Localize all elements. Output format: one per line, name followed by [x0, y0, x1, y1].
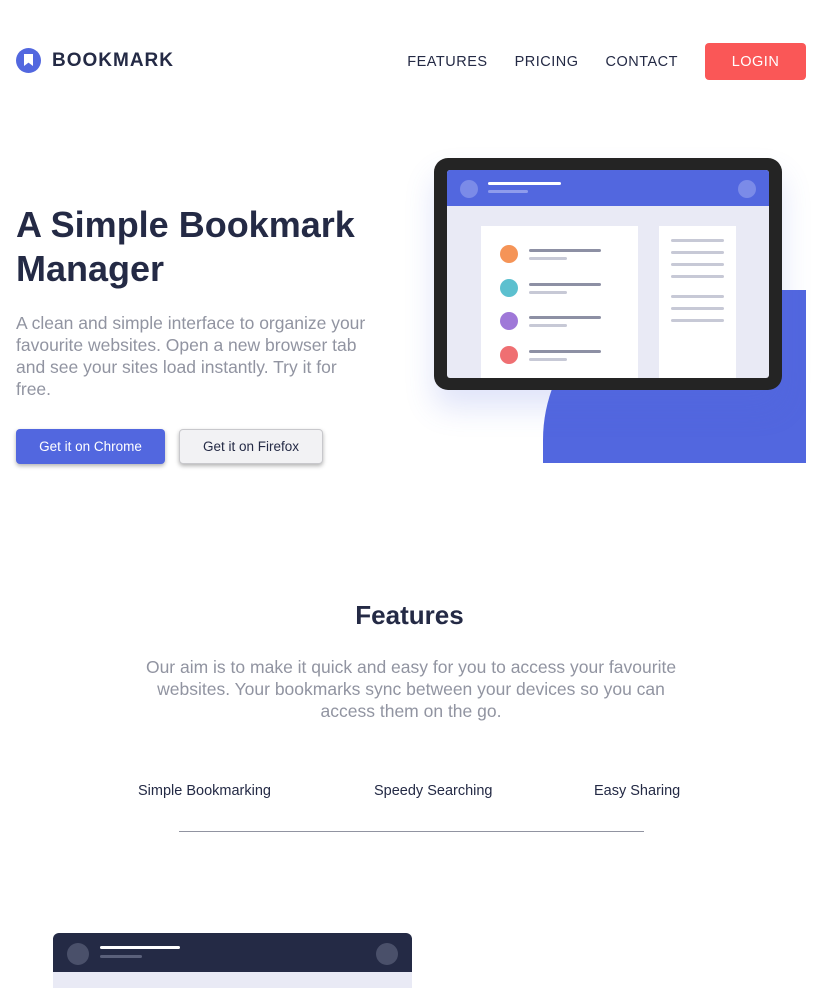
feature-illustration [53, 933, 412, 988]
header-line [100, 955, 142, 958]
logo-text: BOOKMARK [52, 49, 174, 71]
sidebar-line [671, 307, 724, 310]
sidebar-card [659, 226, 736, 378]
nav-link-features[interactable]: FEATURES [407, 54, 487, 70]
bookmark-dot-icon [500, 245, 518, 263]
bookmark-line [529, 358, 567, 361]
site-header: BOOKMARK FEATURES PRICING CONTACT LOGIN [0, 0, 819, 120]
nav-link-pricing[interactable]: PRICING [515, 54, 579, 70]
bookmark-list-card [481, 226, 638, 378]
hero-description: A clean and simple interface to organize… [16, 313, 366, 399]
bookmark-dot-icon [500, 346, 518, 364]
nav-link-contact[interactable]: CONTACT [605, 54, 678, 70]
avatar-icon [67, 943, 89, 965]
sidebar-line [671, 239, 724, 242]
bookmark-logo-icon [16, 48, 41, 73]
sidebar-line [671, 251, 724, 254]
main-nav: FEATURES PRICING CONTACT LOGIN [407, 43, 806, 80]
bookmark-line [529, 350, 601, 353]
tablet-screen [447, 170, 769, 378]
sidebar-line [671, 295, 724, 298]
menu-icon [738, 180, 756, 198]
get-firefox-button[interactable]: Get it on Firefox [179, 429, 323, 464]
feature-mock-body [53, 972, 412, 988]
bookmark-line [529, 316, 601, 319]
logo[interactable]: BOOKMARK [16, 48, 174, 73]
bookmark-dot-icon [500, 279, 518, 297]
feature-mock-header [53, 933, 412, 972]
tabs-divider [179, 831, 644, 832]
bookmark-line [529, 291, 567, 294]
avatar-icon [460, 180, 478, 198]
hero-title: A Simple Bookmark Manager [16, 204, 355, 289]
features-description: Our aim is to make it quick and easy for… [145, 657, 677, 721]
sidebar-line [671, 319, 724, 322]
bookmark-line [529, 249, 601, 252]
header-line [100, 946, 180, 949]
tab-simple-bookmarking[interactable]: Simple Bookmarking [138, 783, 271, 799]
tablet-bookmark-illustration [434, 158, 782, 390]
sidebar-line [671, 275, 724, 278]
get-chrome-button[interactable]: Get it on Chrome [16, 429, 165, 464]
bookmark-line [529, 324, 567, 327]
menu-icon [376, 943, 398, 965]
sidebar-line [671, 263, 724, 266]
screen-header-bar [447, 170, 769, 206]
tab-speedy-searching[interactable]: Speedy Searching [374, 783, 493, 799]
bookmark-line [529, 257, 567, 260]
header-line [488, 182, 561, 185]
header-line [488, 190, 528, 193]
bookmark-line [529, 283, 601, 286]
features-title: Features [355, 600, 464, 630]
bookmark-dot-icon [500, 312, 518, 330]
login-button[interactable]: LOGIN [705, 43, 806, 80]
tab-easy-sharing[interactable]: Easy Sharing [594, 783, 680, 799]
